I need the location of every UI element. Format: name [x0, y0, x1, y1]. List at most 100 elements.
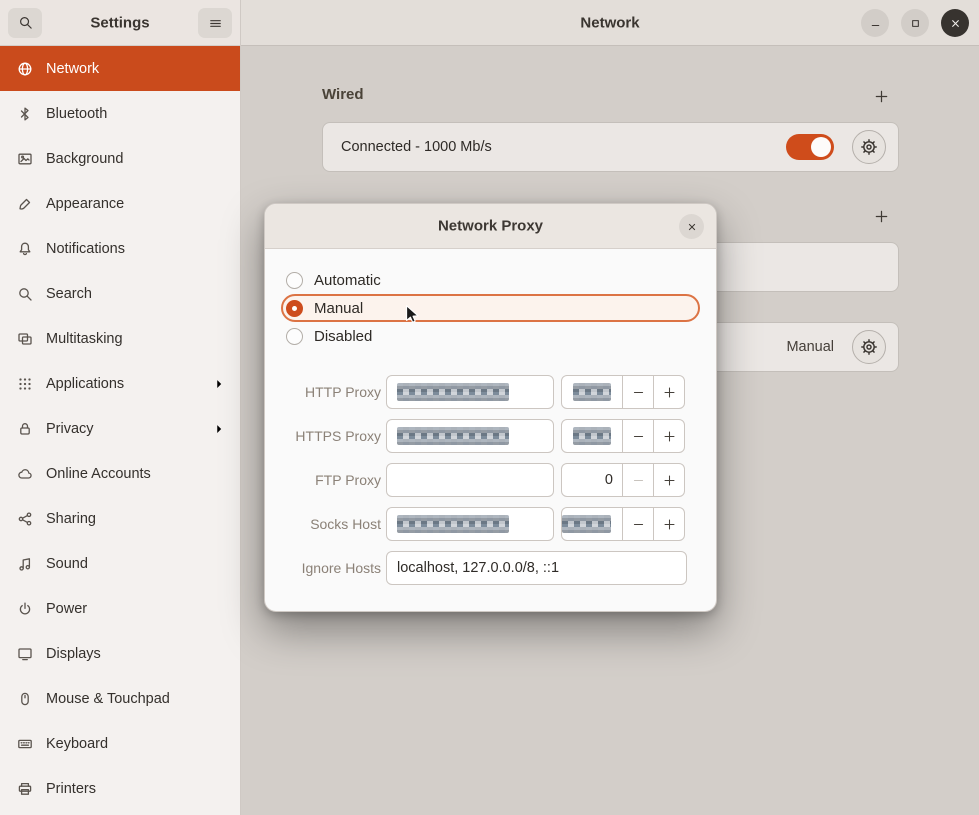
field-label: HTTPS Proxy	[265, 428, 381, 444]
sidebar-item-privacy[interactable]: Privacy	[0, 406, 240, 451]
redacted-value	[397, 383, 509, 401]
minimize-button[interactable]	[861, 9, 889, 37]
proxy-method-options: Automatic Manual Disabled	[281, 266, 700, 350]
minus-icon	[632, 474, 645, 487]
decrement-button[interactable]	[622, 419, 654, 453]
sidebar-item-background[interactable]: Background	[0, 136, 240, 181]
sidebar-item-multitasking[interactable]: Multitasking	[0, 316, 240, 361]
sidebar-item-keyboard[interactable]: Keyboard	[0, 721, 240, 766]
sidebar-item-search[interactable]: Search	[0, 271, 240, 316]
increment-button[interactable]	[653, 419, 685, 453]
dialog-headerbar: Network Proxy	[265, 204, 716, 249]
sidebar-item-label: Network	[46, 61, 99, 77]
increment-button[interactable]	[653, 463, 685, 497]
http-proxy-port-spinner	[561, 375, 685, 409]
sidebar-item-notifications[interactable]: Notifications	[0, 226, 240, 271]
port-value[interactable]	[561, 507, 623, 541]
radio-option-label: Manual	[314, 300, 363, 317]
sidebar-item-label: Printers	[46, 781, 96, 797]
decrement-button[interactable]	[622, 375, 654, 409]
https-proxy-input[interactable]	[386, 419, 554, 453]
sidebar-item-network[interactable]: Network	[0, 46, 240, 91]
toggle-knob	[811, 137, 831, 157]
search-button[interactable]	[8, 8, 42, 38]
plus-icon	[874, 209, 889, 224]
port-value[interactable]	[561, 375, 623, 409]
bluetooth-icon	[17, 106, 33, 122]
sidebar-item-label: Appearance	[46, 196, 124, 212]
radio-automatic[interactable]	[286, 272, 303, 289]
radio-option-label: Automatic	[314, 272, 381, 289]
proxy-settings-button[interactable]	[852, 330, 886, 364]
radio-manual[interactable]	[286, 300, 303, 317]
proxy-mode-value: Manual	[786, 339, 834, 355]
radio-disabled[interactable]	[286, 328, 303, 345]
search-icon	[18, 15, 33, 30]
connection-status: Connected - 1000 Mb/s	[341, 139, 786, 155]
sidebar-item-label: Power	[46, 601, 87, 617]
sidebar-item-printers[interactable]: Printers	[0, 766, 240, 811]
sidebar-item-applications[interactable]: Applications	[0, 361, 240, 406]
sidebar: Network Bluetooth Background Appearance Noti…	[0, 46, 241, 815]
decrement-button[interactable]	[622, 463, 654, 497]
dialog-title: Network Proxy	[438, 218, 543, 235]
sidebar-item-mouse-touchpad[interactable]: Mouse & Touchpad	[0, 676, 240, 721]
redacted-port	[562, 515, 611, 533]
sidebar-item-sharing[interactable]: Sharing	[0, 496, 240, 541]
sidebar-item-bluetooth[interactable]: Bluetooth	[0, 91, 240, 136]
port-value[interactable]: 0	[561, 463, 623, 497]
dialog-close-button[interactable]	[679, 214, 704, 239]
proxy-method-option-disabled[interactable]: Disabled	[281, 322, 700, 350]
window-close-button[interactable]	[941, 9, 969, 37]
minimize-icon	[869, 17, 882, 30]
online-accounts-icon	[17, 466, 33, 482]
sidebar-item-sound[interactable]: Sound	[0, 541, 240, 586]
sidebar-item-label: Mouse & Touchpad	[46, 691, 170, 707]
port-value[interactable]	[561, 419, 623, 453]
add-vpn-button[interactable]	[866, 201, 896, 231]
plus-icon	[663, 430, 676, 443]
menu-button[interactable]	[198, 8, 232, 38]
http-proxy-input[interactable]	[386, 375, 554, 409]
wired-connection-row: Connected - 1000 Mb/s	[322, 122, 899, 172]
add-wired-button[interactable]	[866, 81, 896, 111]
plus-icon	[663, 386, 676, 399]
sidebar-item-power[interactable]: Power	[0, 586, 240, 631]
displays-icon	[17, 646, 33, 662]
wired-toggle[interactable]	[786, 134, 834, 160]
sidebar-title: Settings	[90, 14, 149, 31]
ignore-hosts-label: Ignore Hosts	[265, 560, 381, 576]
network-globe-icon	[17, 61, 33, 77]
redacted-port	[573, 383, 611, 401]
chevron-right-icon	[212, 377, 226, 391]
ignore-hosts-input[interactable]: localhost, 127.0.0.0/8, ::1	[386, 551, 687, 585]
ftp-proxy-port-spinner: 0	[561, 463, 685, 497]
background-icon	[17, 151, 33, 167]
increment-button[interactable]	[653, 507, 685, 541]
sidebar-item-appearance[interactable]: Appearance	[0, 181, 240, 226]
maximize-button[interactable]	[901, 9, 929, 37]
minus-icon	[632, 430, 645, 443]
increment-button[interactable]	[653, 375, 685, 409]
network-proxy-dialog: Network Proxy Automatic Manual Disabled HT…	[264, 203, 717, 612]
ftp-proxy-input[interactable]	[386, 463, 554, 497]
proxy-field-row-socks-host: Socks Host	[265, 507, 716, 541]
proxy-method-option-manual[interactable]: Manual	[281, 294, 700, 322]
sidebar-item-label: Notifications	[46, 241, 125, 257]
sidebar-item-displays[interactable]: Displays	[0, 631, 240, 676]
sidebar-item-label: Privacy	[46, 421, 94, 437]
printers-icon	[17, 781, 33, 797]
proxy-method-option-automatic[interactable]: Automatic	[281, 266, 700, 294]
sidebar-item-label: Search	[46, 286, 92, 302]
mouse-icon	[17, 691, 33, 707]
sidebar-item-label: Background	[46, 151, 123, 167]
page-title: Network	[580, 14, 639, 31]
appearance-icon	[17, 196, 33, 212]
field-label: Socks Host	[265, 516, 381, 532]
wired-settings-button[interactable]	[852, 130, 886, 164]
sidebar-item-label: Keyboard	[46, 736, 108, 752]
socks-host-input[interactable]	[386, 507, 554, 541]
plus-icon	[663, 518, 676, 531]
decrement-button[interactable]	[622, 507, 654, 541]
sidebar-item-online-accounts[interactable]: Online Accounts	[0, 451, 240, 496]
